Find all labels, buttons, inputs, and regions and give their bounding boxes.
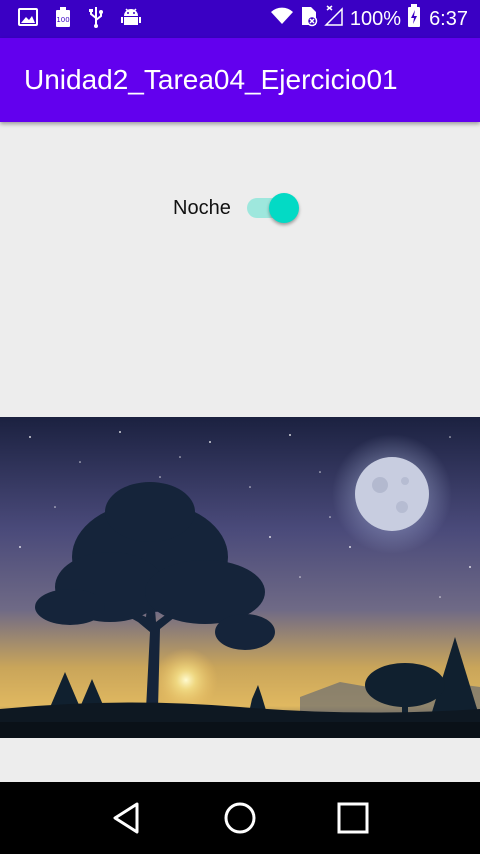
usb-icon [88,6,104,32]
clock: 6:37 [429,7,468,30]
no-sim-icon [300,5,318,33]
image-icon [18,8,38,30]
signal-icon [324,5,344,33]
status-bar: 100 100% 6:37 [0,0,480,38]
night-switch-row[interactable]: Noche [173,190,301,226]
battery-saver-icon: 100 [54,6,72,32]
android-debug-icon [120,6,142,32]
battery-percent: 100% [349,7,402,30]
home-icon[interactable] [220,798,260,838]
night-mode-switch[interactable] [245,190,301,226]
svg-text:100: 100 [56,16,69,24]
night-landscape-illustration [0,417,480,738]
recents-icon[interactable] [333,798,373,838]
battery-charging-icon [407,4,421,34]
switch-thumb[interactable] [268,193,299,223]
navigation-bar [0,782,480,854]
wifi-icon [270,6,294,32]
back-icon[interactable] [107,798,147,838]
night-landscape-image [0,417,480,738]
app-title: Unidad2_Tarea04_Ejercicio01 [24,64,398,95]
night-switch-label: Noche [173,196,231,219]
app-bar: Unidad2_Tarea04_Ejercicio01 [0,38,480,122]
